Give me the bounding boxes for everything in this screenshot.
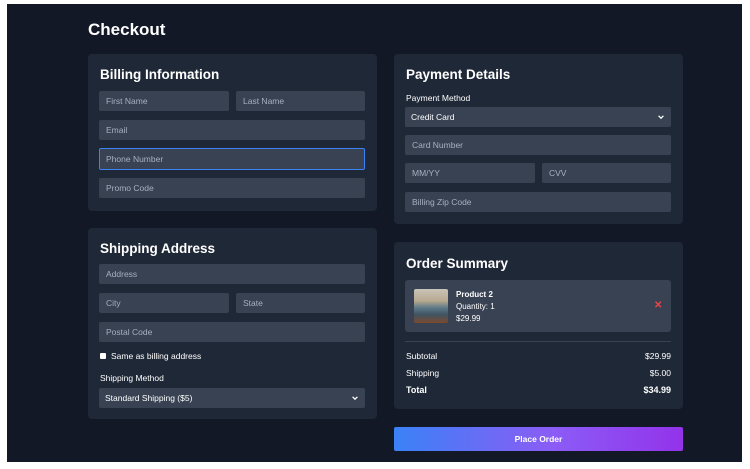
shipping-method-label: Shipping Method (100, 373, 164, 383)
product-price: $29.99 (456, 314, 481, 323)
shipping-title: Shipping Address (100, 241, 216, 256)
card-number-input[interactable] (405, 135, 671, 155)
shipping-cost-value: $5.00 (649, 368, 671, 378)
shipping-method-value: Standard Shipping ($5) (105, 393, 193, 403)
shipping-method-select[interactable]: Standard Shipping ($5) (99, 388, 365, 408)
summary-divider (405, 341, 671, 342)
phone-input[interactable] (99, 148, 365, 170)
close-icon[interactable]: ✕ (654, 300, 662, 311)
payment-method-select[interactable]: Credit Card (405, 107, 671, 127)
billing-title: Billing Information (100, 67, 220, 82)
chevron-down-icon (352, 396, 358, 401)
subtotal-value: $29.99 (645, 351, 671, 361)
product-name: Product 2 (456, 290, 493, 299)
payment-title: Payment Details (406, 67, 511, 82)
state-input[interactable] (236, 293, 365, 313)
city-input[interactable] (99, 293, 229, 313)
address-input[interactable] (99, 264, 365, 284)
total-label: Total (406, 385, 427, 395)
first-name-input[interactable] (99, 91, 229, 111)
place-order-button[interactable]: Place Order (394, 427, 683, 451)
cvv-input[interactable] (542, 163, 671, 183)
promo-code-input[interactable] (99, 178, 365, 198)
subtotal-label: Subtotal (406, 351, 438, 361)
product-quantity: Quantity: 1 (456, 302, 495, 311)
product-image (414, 289, 448, 323)
page-title: Checkout (88, 20, 166, 39)
postal-code-input[interactable] (99, 322, 365, 342)
expiry-input[interactable] (405, 163, 535, 183)
billing-zip-input[interactable] (405, 192, 671, 212)
email-input[interactable] (99, 120, 365, 140)
order-summary-title: Order Summary (406, 256, 509, 271)
same-as-billing-checkbox[interactable] (100, 353, 106, 359)
same-as-billing-label: Same as billing address (111, 351, 202, 361)
page: Checkout Billing Information Shipping Ad… (0, 0, 750, 469)
last-name-input[interactable] (236, 91, 365, 111)
chevron-down-icon (658, 115, 664, 120)
shipping-cost-label: Shipping (406, 368, 440, 378)
payment-method-value: Credit Card (411, 112, 455, 122)
payment-method-label: Payment Method (406, 93, 471, 103)
total-value: $34.99 (643, 385, 671, 395)
